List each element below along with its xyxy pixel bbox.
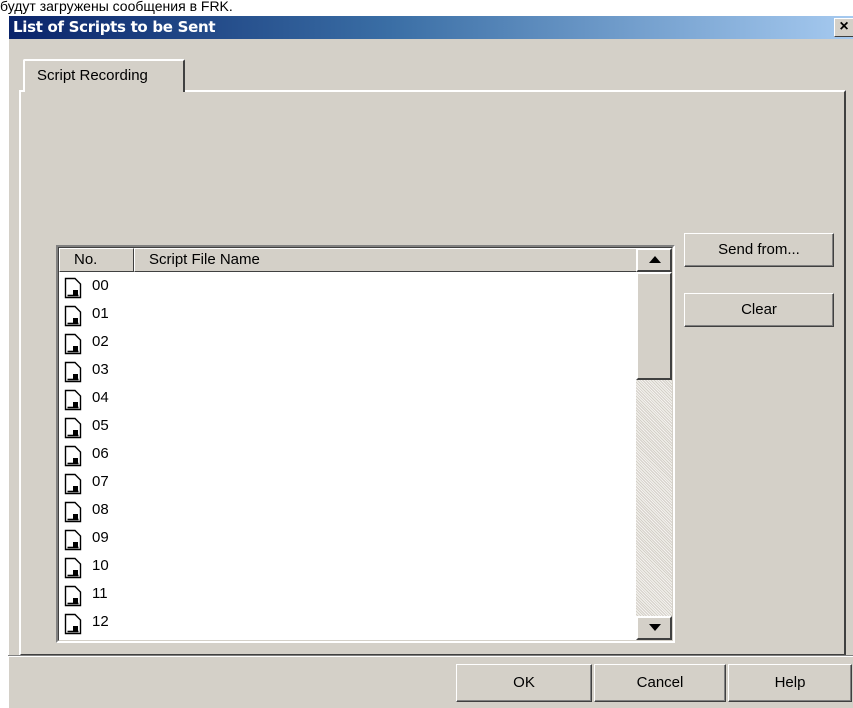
list-item-number: 12 bbox=[92, 613, 109, 630]
list-item-number: 05 bbox=[92, 417, 109, 434]
scroll-thumb[interactable] bbox=[636, 272, 672, 380]
list-item-number: 00 bbox=[92, 277, 109, 294]
ok-button[interactable]: OK bbox=[456, 664, 592, 702]
arrow-down-icon bbox=[649, 624, 661, 631]
file-icon bbox=[64, 445, 82, 467]
list-item[interactable]: 03 bbox=[59, 356, 637, 384]
list-item-number: 09 bbox=[92, 529, 109, 546]
file-icon bbox=[64, 361, 82, 383]
list-item-number: 08 bbox=[92, 501, 109, 518]
list-item[interactable]: 07 bbox=[59, 468, 637, 496]
list-item-number: 06 bbox=[92, 445, 109, 462]
file-icon bbox=[64, 389, 82, 411]
list-item[interactable]: 10 bbox=[59, 552, 637, 580]
file-icon bbox=[64, 557, 82, 579]
file-icon bbox=[64, 585, 82, 607]
file-icon bbox=[64, 529, 82, 551]
column-header-script-file-name[interactable]: Script File Name bbox=[134, 248, 637, 272]
list-item-number: 03 bbox=[92, 361, 109, 378]
file-icon bbox=[64, 473, 82, 495]
file-icon bbox=[64, 305, 82, 327]
title-bar[interactable]: List of Scripts to be Sent × bbox=[9, 16, 853, 39]
background-window-text: будут загружены сообщения в FRK. bbox=[0, 0, 853, 16]
file-icon bbox=[64, 613, 82, 635]
list-item[interactable]: 04 bbox=[59, 384, 637, 412]
send-from-button[interactable]: Send from... bbox=[684, 233, 834, 267]
close-icon: × bbox=[839, 18, 849, 35]
list-item[interactable]: 11 bbox=[59, 580, 637, 608]
list-item[interactable]: 06 bbox=[59, 440, 637, 468]
file-icon bbox=[64, 501, 82, 523]
scripts-dialog: List of Scripts to be Sent × Script Reco… bbox=[8, 16, 853, 708]
list-item-number: 01 bbox=[92, 305, 109, 322]
list-header: No. Script File Name bbox=[59, 248, 637, 272]
scroll-up-button[interactable] bbox=[636, 248, 672, 272]
list-item[interactable]: 09 bbox=[59, 524, 637, 552]
list-item-number: 04 bbox=[92, 389, 109, 406]
tab-script-recording[interactable]: Script Recording bbox=[23, 59, 185, 92]
scripts-list[interactable]: No. Script File Name 00 01 02 03 04 05 06 07 08 0… bbox=[56, 245, 675, 643]
dialog-title: List of Scripts to be Sent bbox=[13, 18, 216, 36]
list-item[interactable]: 05 bbox=[59, 412, 637, 440]
cancel-button[interactable]: Cancel bbox=[594, 664, 726, 702]
tab-label: Script Recording bbox=[37, 67, 148, 84]
file-icon bbox=[64, 333, 82, 355]
vertical-scrollbar[interactable] bbox=[636, 248, 672, 640]
list-item[interactable]: 02 bbox=[59, 328, 637, 356]
list-item[interactable]: 08 bbox=[59, 496, 637, 524]
list-item-number: 02 bbox=[92, 333, 109, 350]
list-item-number: 07 bbox=[92, 473, 109, 490]
help-button[interactable]: Help bbox=[728, 664, 852, 702]
column-header-no[interactable]: No. bbox=[59, 248, 134, 272]
list-rows: 00 01 02 03 04 05 06 07 08 09 10 11 12 bbox=[59, 272, 637, 636]
list-item[interactable]: 00 bbox=[59, 272, 637, 300]
list-item-number: 11 bbox=[92, 585, 108, 602]
arrow-up-icon bbox=[649, 256, 661, 263]
scroll-down-button[interactable] bbox=[636, 616, 672, 640]
list-item-number: 10 bbox=[92, 557, 109, 574]
file-icon bbox=[64, 417, 82, 439]
list-item[interactable]: 12 bbox=[59, 608, 637, 636]
list-item[interactable]: 01 bbox=[59, 300, 637, 328]
footer-separator bbox=[8, 655, 853, 657]
close-button[interactable]: × bbox=[834, 18, 853, 37]
file-icon bbox=[64, 277, 82, 299]
clear-button[interactable]: Clear bbox=[684, 293, 834, 327]
